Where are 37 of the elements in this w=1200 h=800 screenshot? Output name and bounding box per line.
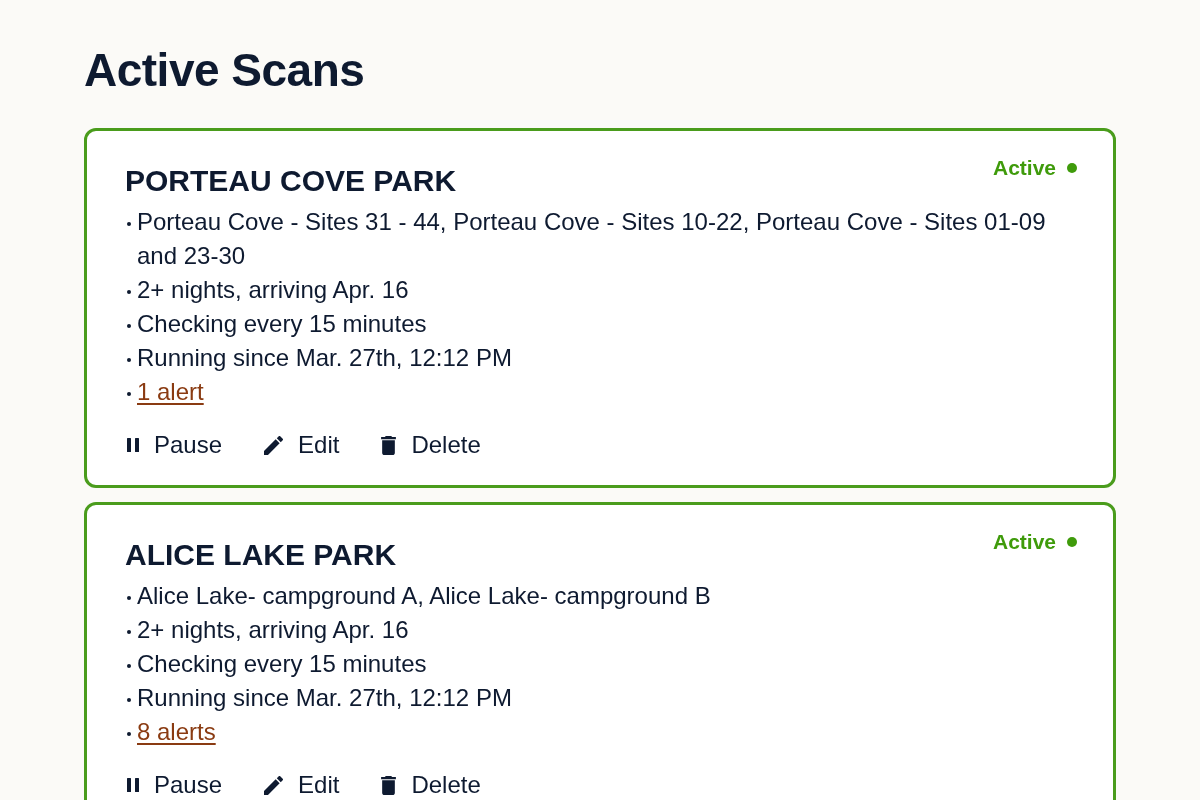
pencil-icon xyxy=(264,775,284,795)
detail-text: Running since Mar. 27th, 12:12 PM xyxy=(137,683,512,713)
bullet-icon xyxy=(127,392,131,396)
delete-button[interactable]: Delete xyxy=(379,429,481,461)
detail-text: Alice Lake- campground A, Alice Lake- campground B xyxy=(137,581,711,611)
page-title: Active Scans xyxy=(84,44,366,96)
alert-link[interactable]: 8 alerts xyxy=(137,715,216,749)
delete-button[interactable]: Delete xyxy=(379,769,481,800)
pencil-icon xyxy=(264,435,284,455)
edit-button[interactable]: Edit xyxy=(262,429,340,461)
card-title: PORTEAU COVE PARK xyxy=(125,163,457,199)
bullet-icon xyxy=(127,596,131,600)
bullet-icon xyxy=(127,630,131,634)
pause-icon xyxy=(127,438,139,452)
trash-icon xyxy=(381,435,397,455)
detail-text: 2+ nights, arriving Apr. 16 xyxy=(137,615,409,645)
detail-text: Checking every 15 minutes xyxy=(137,649,427,679)
bullet-icon xyxy=(127,324,131,328)
bullet-icon xyxy=(127,664,131,668)
card-title: ALICE LAKE PARK xyxy=(125,537,397,573)
detail-text: 2+ nights, arriving Apr. 16 xyxy=(137,275,409,305)
pause-button[interactable]: Pause xyxy=(125,769,223,800)
bullet-icon xyxy=(127,290,131,294)
bullet-icon xyxy=(127,222,131,226)
bullet-icon xyxy=(127,358,131,362)
bullet-icon xyxy=(127,732,131,736)
bullet-icon xyxy=(127,698,131,702)
status-label: Active xyxy=(992,529,1056,555)
detail-text: Running since Mar. 27th, 12:12 PM xyxy=(137,343,512,373)
detail-text: Porteau Cove - Sites 31 - 44, Porteau Cove - Sites 10-22, Porteau Cove - Sites 01-09 and 23-30 xyxy=(137,207,1047,271)
status-label: Active xyxy=(992,155,1056,181)
pause-button[interactable]: Pause xyxy=(125,429,223,461)
detail-text: Checking every 15 minutes xyxy=(137,309,427,339)
edit-button[interactable]: Edit xyxy=(262,769,340,800)
trash-icon xyxy=(381,775,397,795)
alert-link[interactable]: 1 alert xyxy=(137,375,204,409)
pause-icon xyxy=(127,778,139,792)
